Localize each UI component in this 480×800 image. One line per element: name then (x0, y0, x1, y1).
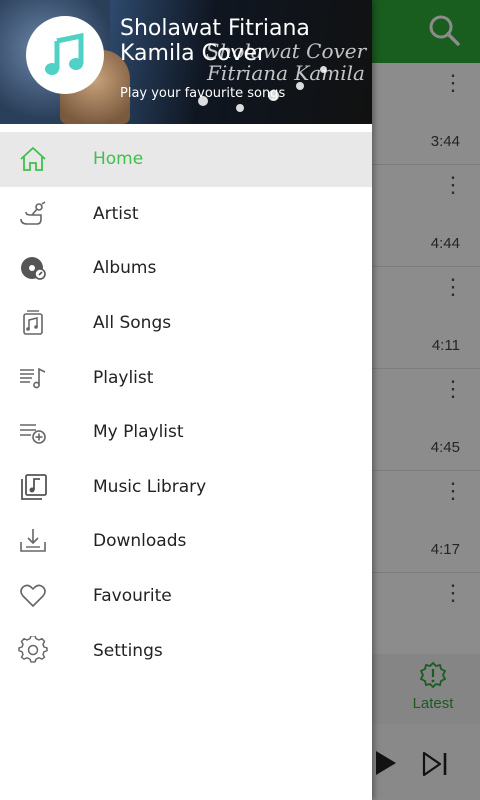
drawer-subtitle: Play your favourite songs (120, 86, 286, 101)
artist-icon (18, 200, 48, 228)
home-icon (18, 145, 48, 173)
music-library-icon (18, 473, 48, 501)
playlist-icon (18, 363, 48, 391)
menu-item-artist[interactable]: Artist (0, 187, 372, 242)
gear-icon (18, 635, 48, 664)
all-songs-icon (18, 309, 48, 337)
playlist-add-icon (18, 418, 48, 446)
menu-item-label: Downloads (93, 531, 187, 552)
heart-icon (18, 582, 48, 610)
menu-item-label: Home (93, 149, 144, 170)
menu-item-downloads[interactable]: Downloads (0, 514, 372, 569)
menu-item-label: Playlist (93, 367, 154, 388)
drawer-menu: Home Artist Albums All Songs Playlist My… (0, 132, 372, 678)
menu-item-albums[interactable]: Albums (0, 241, 372, 296)
menu-item-all-songs[interactable]: All Songs (0, 296, 372, 351)
drawer-header: Sholawat Cover Fitriana Kamila Sholawat … (0, 0, 372, 124)
menu-item-favourite[interactable]: Favourite (0, 569, 372, 624)
navigation-drawer: Sholawat Cover Fitriana Kamila Sholawat … (0, 0, 372, 800)
drawer-title: Sholawat Fitriana Kamila Cover (120, 16, 310, 66)
menu-item-label: My Playlist (93, 422, 184, 443)
menu-item-label: Settings (93, 640, 163, 661)
menu-item-label: Favourite (93, 586, 172, 607)
menu-item-music-library[interactable]: Music Library (0, 460, 372, 515)
menu-item-label: Artist (93, 203, 139, 224)
menu-item-settings[interactable]: Settings (0, 623, 372, 678)
menu-item-my-playlist[interactable]: My Playlist (0, 405, 372, 460)
app-logo (26, 16, 104, 94)
menu-item-label: Albums (93, 258, 157, 279)
menu-item-playlist[interactable]: Playlist (0, 350, 372, 405)
menu-item-label: Music Library (93, 476, 207, 497)
album-icon (18, 254, 48, 282)
music-note-icon (45, 32, 84, 75)
menu-item-home[interactable]: Home (0, 132, 372, 187)
menu-item-label: All Songs (93, 313, 172, 334)
download-icon (18, 527, 48, 555)
